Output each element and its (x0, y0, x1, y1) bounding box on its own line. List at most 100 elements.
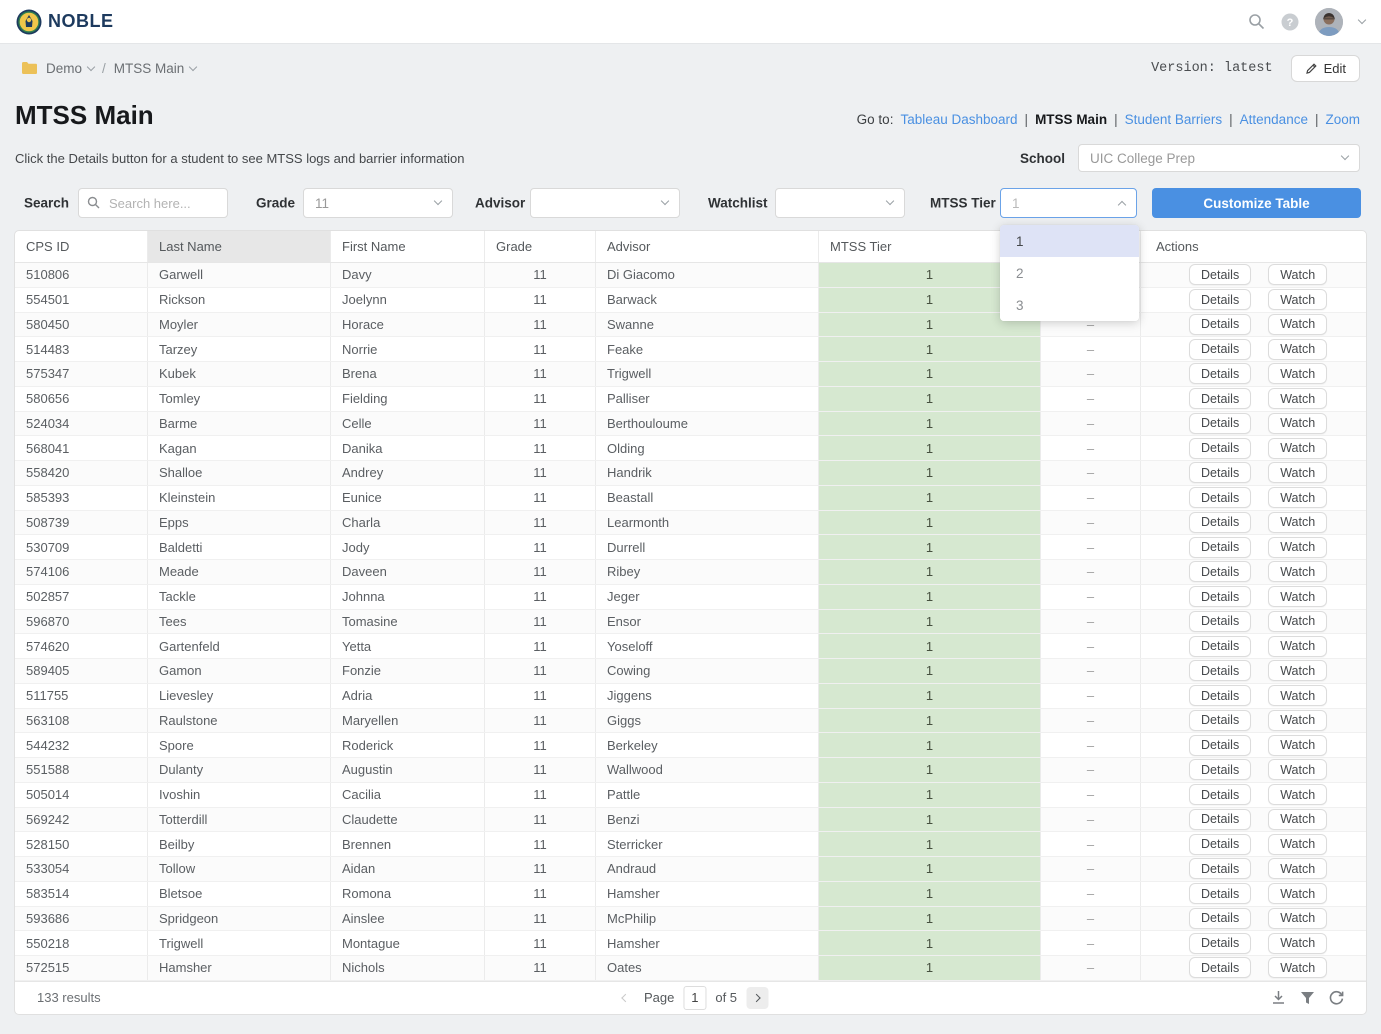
details-button[interactable]: Details (1189, 413, 1251, 434)
watch-button[interactable]: Watch (1268, 339, 1327, 360)
watch-button[interactable]: Watch (1268, 710, 1327, 731)
cell-extra: – (1041, 362, 1141, 386)
details-button[interactable]: Details (1189, 512, 1251, 533)
table-row: 589405 Gamon Fonzie 11 Cowing 1 – Detail… (15, 659, 1366, 684)
watch-button[interactable]: Watch (1268, 759, 1327, 780)
mtss-tier-option-1[interactable]: 1 (1000, 225, 1139, 257)
column-header-grade[interactable]: Grade (485, 231, 596, 262)
school-select[interactable]: UIC College Prep (1078, 144, 1360, 172)
watch-button[interactable]: Watch (1268, 834, 1327, 855)
column-header-first-name[interactable]: First Name (331, 231, 485, 262)
details-button[interactable]: Details (1189, 388, 1251, 409)
search-icon[interactable] (1248, 13, 1265, 30)
cell-actions: Details Watch (1141, 709, 1366, 733)
customize-table-button[interactable]: Customize Table (1152, 188, 1361, 218)
watch-button[interactable]: Watch (1268, 784, 1327, 805)
download-icon[interactable] (1271, 990, 1286, 1005)
watch-button[interactable]: Watch (1268, 413, 1327, 434)
details-button[interactable]: Details (1189, 487, 1251, 508)
goto-link-mtss-main[interactable]: MTSS Main (1035, 112, 1107, 127)
details-button[interactable]: Details (1189, 289, 1251, 310)
details-button[interactable]: Details (1189, 735, 1251, 756)
details-button[interactable]: Details (1189, 561, 1251, 582)
watch-button[interactable]: Watch (1268, 809, 1327, 830)
account-chevron-down-icon[interactable] (1358, 16, 1366, 24)
details-button[interactable]: Details (1189, 685, 1251, 706)
details-button[interactable]: Details (1189, 809, 1251, 830)
refresh-icon[interactable] (1329, 990, 1344, 1005)
column-header-advisor[interactable]: Advisor (596, 231, 819, 262)
watch-button[interactable]: Watch (1268, 512, 1327, 533)
watch-button[interactable]: Watch (1268, 363, 1327, 384)
details-button[interactable]: Details (1189, 957, 1251, 978)
details-button[interactable]: Details (1189, 537, 1251, 558)
watch-button[interactable]: Watch (1268, 957, 1327, 978)
watch-button[interactable]: Watch (1268, 858, 1327, 879)
details-button[interactable]: Details (1189, 834, 1251, 855)
watch-button[interactable]: Watch (1268, 685, 1327, 706)
watch-button[interactable]: Watch (1268, 883, 1327, 904)
details-button[interactable]: Details (1189, 858, 1251, 879)
watch-button[interactable]: Watch (1268, 636, 1327, 657)
details-button[interactable]: Details (1189, 710, 1251, 731)
breadcrumb-page[interactable]: MTSS Main (114, 61, 197, 76)
edit-button[interactable]: Edit (1291, 55, 1360, 82)
watch-button[interactable]: Watch (1268, 438, 1327, 459)
details-button[interactable]: Details (1189, 759, 1251, 780)
watch-button[interactable]: Watch (1268, 561, 1327, 582)
breadcrumb-folder[interactable]: Demo (46, 61, 94, 76)
brand[interactable]: NOBLE (16, 9, 114, 35)
chevron-up-icon (1118, 201, 1126, 209)
details-button[interactable]: Details (1189, 933, 1251, 954)
watchlist-select[interactable] (775, 188, 905, 218)
watch-button[interactable]: Watch (1268, 264, 1327, 285)
details-button[interactable]: Details (1189, 438, 1251, 459)
watch-button[interactable]: Watch (1268, 735, 1327, 756)
goto-link-student-barriers[interactable]: Student Barriers (1125, 112, 1223, 127)
details-button[interactable]: Details (1189, 462, 1251, 483)
advisor-select[interactable] (530, 188, 680, 218)
details-button[interactable]: Details (1189, 908, 1251, 929)
grade-select[interactable]: 11 (303, 188, 453, 218)
watch-button[interactable]: Watch (1268, 289, 1327, 310)
watch-button[interactable]: Watch (1268, 314, 1327, 335)
column-header-cps-id[interactable]: CPS ID (15, 231, 148, 262)
details-button[interactable]: Details (1189, 660, 1251, 681)
watch-button[interactable]: Watch (1268, 487, 1327, 508)
cell-mtss-tier: 1 (819, 709, 1041, 733)
goto-link-zoom[interactable]: Zoom (1325, 112, 1360, 127)
details-button[interactable]: Details (1189, 883, 1251, 904)
watch-button[interactable]: Watch (1268, 908, 1327, 929)
watch-button[interactable]: Watch (1268, 388, 1327, 409)
table-row: 572515 Hamsher Nichols 11 Oates 1 – Deta… (15, 956, 1366, 981)
search-input[interactable] (78, 188, 228, 218)
avatar[interactable] (1315, 8, 1343, 36)
watch-button[interactable]: Watch (1268, 933, 1327, 954)
cell-first-name: Joelynn (331, 288, 485, 312)
column-header-last-name[interactable]: Last Name (148, 231, 331, 262)
watch-button[interactable]: Watch (1268, 660, 1327, 681)
details-button[interactable]: Details (1189, 586, 1251, 607)
watch-button[interactable]: Watch (1268, 611, 1327, 632)
details-button[interactable]: Details (1189, 339, 1251, 360)
help-icon[interactable]: ? (1281, 13, 1299, 31)
cell-mtss-tier: 1 (819, 783, 1041, 807)
details-button[interactable]: Details (1189, 363, 1251, 384)
goto-link-tableau-dashboard[interactable]: Tableau Dashboard (900, 112, 1017, 127)
watch-button[interactable]: Watch (1268, 537, 1327, 558)
page-number-input[interactable] (683, 986, 706, 1010)
mtss-tier-option-2[interactable]: 2 (1000, 257, 1139, 289)
details-button[interactable]: Details (1189, 636, 1251, 657)
goto-link-attendance[interactable]: Attendance (1240, 112, 1308, 127)
watch-button[interactable]: Watch (1268, 462, 1327, 483)
mtss-tier-select[interactable]: 1 123 (1000, 188, 1137, 218)
details-button[interactable]: Details (1189, 264, 1251, 285)
details-button[interactable]: Details (1189, 611, 1251, 632)
details-button[interactable]: Details (1189, 314, 1251, 335)
details-button[interactable]: Details (1189, 784, 1251, 805)
mtss-tier-option-3[interactable]: 3 (1000, 289, 1139, 321)
filter-icon[interactable] (1300, 991, 1315, 1005)
prev-page-button[interactable] (613, 987, 635, 1009)
watch-button[interactable]: Watch (1268, 586, 1327, 607)
next-page-button[interactable] (746, 987, 768, 1009)
